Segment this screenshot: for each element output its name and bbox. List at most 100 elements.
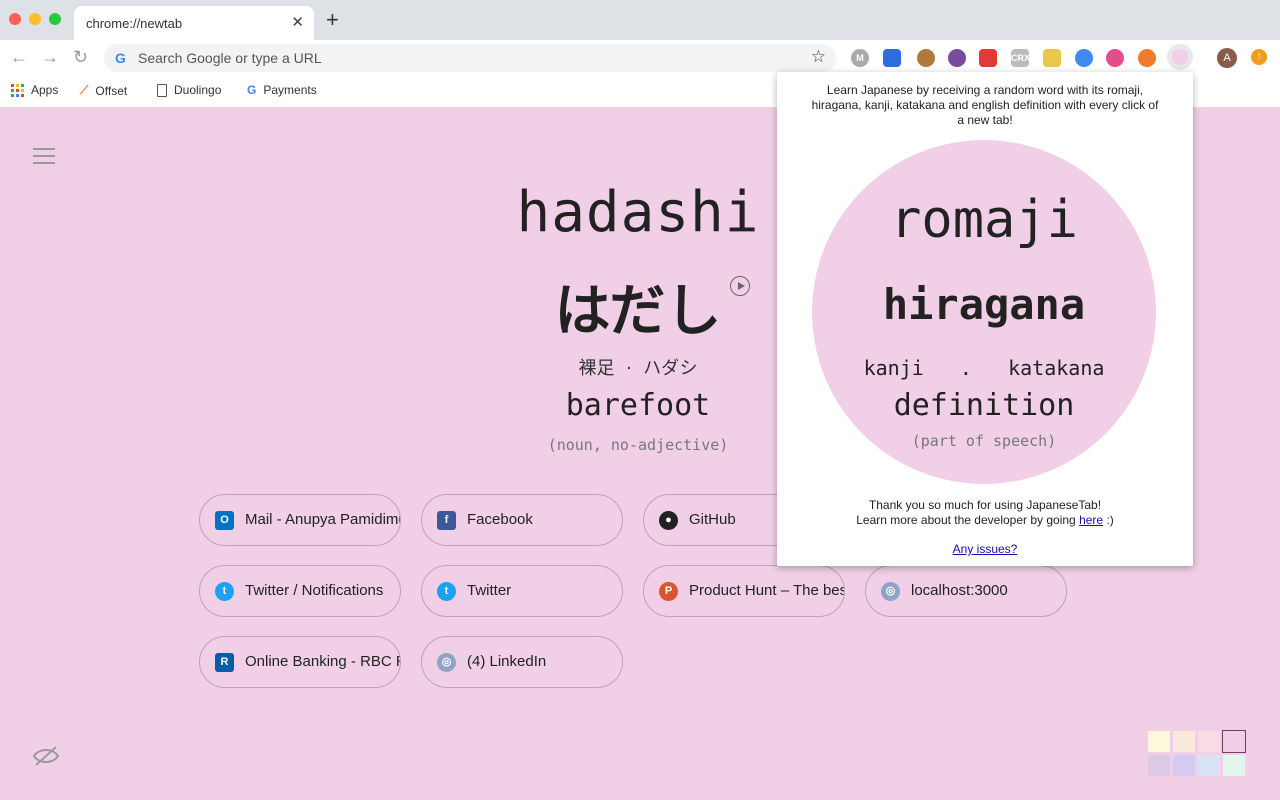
omnibox-input[interactable] xyxy=(138,48,798,68)
bookmark-label: Duolingo xyxy=(174,83,222,97)
toolbar: ← → ↻ G ☆ M CRX A ↑ xyxy=(0,40,1280,76)
extension-avatar-icon[interactable] xyxy=(948,49,966,67)
popup-hiragana: hiragana xyxy=(882,280,1086,329)
globe-icon: ◎ xyxy=(881,582,900,601)
shortcut-label: Mail - Anupya Pamidimukkala xyxy=(245,511,400,528)
bookmark-apps[interactable]: Apps xyxy=(11,83,58,97)
shortcut-tile[interactable]: t Twitter / Notifications xyxy=(199,565,401,617)
shortcut-label: Product Hunt – The best new products xyxy=(689,582,844,599)
offset-icon: ⟋ xyxy=(80,83,89,97)
japanesetab-extension-icon[interactable] xyxy=(1167,44,1193,70)
shortcut-tile[interactable]: ◎ localhost:3000 xyxy=(865,565,1067,617)
outlook-icon: O xyxy=(215,511,234,530)
theme-swatch[interactable] xyxy=(1198,731,1220,752)
bookmark-offset[interactable]: ⟋ Offset xyxy=(80,83,127,98)
rbc-icon: R xyxy=(215,653,234,672)
shortcut-tile[interactable]: f Facebook xyxy=(421,494,623,546)
play-audio-icon[interactable] xyxy=(730,276,750,296)
forward-icon[interactable]: → xyxy=(41,47,59,67)
apps-grid-icon xyxy=(11,83,24,97)
facebook-icon: f xyxy=(437,511,456,530)
reload-icon[interactable]: ↻ xyxy=(73,47,88,67)
separator: · xyxy=(625,358,632,379)
popup-intro: Learn Japanese by receiving a random wor… xyxy=(811,83,1159,127)
shortcut-tile[interactable]: R Online Banking - RBC Royal Bank xyxy=(199,636,401,688)
shortcut-label: Online Banking - RBC Royal Bank xyxy=(245,653,400,670)
theme-swatch[interactable] xyxy=(1222,730,1246,753)
extension-swirl-icon[interactable] xyxy=(1138,49,1156,67)
word-kanji-katakana: 裸足 · ハダシ xyxy=(538,354,738,380)
shortcut-tile[interactable]: O Mail - Anupya Pamidimukkala xyxy=(199,494,401,546)
shortcut-tile[interactable]: P Product Hunt – The best new products xyxy=(643,565,845,617)
profile-avatar[interactable]: A xyxy=(1217,48,1237,68)
extension-crx-icon[interactable]: CRX xyxy=(1011,49,1030,67)
github-icon: ● xyxy=(659,511,678,530)
word-definition: barefoot xyxy=(565,388,711,423)
shortcut-label: localhost:3000 xyxy=(911,582,1008,599)
theme-swatch[interactable] xyxy=(1148,731,1170,752)
theme-swatch[interactable] xyxy=(1223,755,1245,776)
shortcut-label: Twitter xyxy=(467,582,512,599)
omnibox[interactable]: G ☆ xyxy=(104,44,836,72)
bookmark-payments[interactable]: G Payments xyxy=(247,83,317,97)
update-icon[interactable]: ↑ xyxy=(1251,49,1267,65)
word-katakana: ハダシ xyxy=(643,358,698,379)
extension-pdf-icon[interactable] xyxy=(979,49,997,67)
back-icon[interactable]: ← xyxy=(10,47,28,67)
theme-swatches xyxy=(1148,730,1246,776)
google-icon: G xyxy=(247,83,257,97)
new-tab-button[interactable]: + xyxy=(326,9,339,31)
popup-thanks: Thank you so much for using JapaneseTab!… xyxy=(797,498,1173,528)
shortcut-label: GitHub xyxy=(689,511,736,528)
developer-link[interactable]: here xyxy=(1079,513,1103,527)
twitter-icon: t xyxy=(437,582,456,601)
twitter-icon: t xyxy=(215,582,234,601)
hide-eye-icon[interactable] xyxy=(32,745,60,767)
theme-swatch[interactable] xyxy=(1173,731,1195,752)
word-kanji: 裸足 xyxy=(578,358,615,379)
tab-newtab[interactable]: chrome://newtab ✕ xyxy=(74,6,314,40)
learn-more-line: Learn more about the developer by going … xyxy=(797,513,1173,528)
shortcut-label: Facebook xyxy=(467,511,533,528)
bookmark-label: Apps xyxy=(31,83,59,97)
bookmark-star-icon[interactable]: ☆ xyxy=(811,47,826,67)
close-window-button[interactable] xyxy=(9,13,21,25)
extension-pulse-icon[interactable] xyxy=(1075,49,1093,67)
bookmark-duolingo[interactable]: Duolingo xyxy=(157,83,221,97)
preview-circle: romaji hiragana kanji . katakana definit… xyxy=(812,140,1156,484)
producthunt-icon: P xyxy=(659,582,678,601)
shortcut-label: Twitter / Notifications xyxy=(245,582,384,599)
shortcut-label: (4) LinkedIn xyxy=(467,653,547,670)
extension-chart-icon[interactable] xyxy=(883,49,901,67)
extension-grid-icon[interactable] xyxy=(1043,49,1061,67)
separator: . xyxy=(959,356,972,380)
extension-m-icon[interactable]: M xyxy=(851,49,869,67)
issues-link[interactable]: Any issues? xyxy=(777,542,1193,556)
maximize-window-button[interactable] xyxy=(49,13,61,25)
word-part-of-speech: (noun, no-adjective) xyxy=(547,436,729,454)
minimize-window-button[interactable] xyxy=(29,13,41,25)
thanks-text: Thank you so much for using JapaneseTab! xyxy=(868,498,1102,512)
popup-romaji: romaji xyxy=(890,190,1078,250)
shortcut-tile[interactable]: t Twitter xyxy=(421,565,623,617)
tab-close-icon[interactable]: ✕ xyxy=(291,13,304,31)
word-romaji: hadashi xyxy=(516,180,760,245)
popup-kanji: kanji xyxy=(863,356,924,380)
theme-swatch[interactable] xyxy=(1148,755,1170,776)
google-icon: G xyxy=(115,50,126,66)
menu-icon[interactable] xyxy=(33,148,55,169)
shortcut-tile[interactable]: ◎ (4) LinkedIn xyxy=(421,636,623,688)
globe-icon: ◎ xyxy=(437,653,456,672)
bookmark-label: Offset xyxy=(95,83,128,98)
tab-strip: chrome://newtab ✕ + xyxy=(0,0,1280,40)
theme-swatch[interactable] xyxy=(1198,755,1220,776)
extension-color-icon[interactable] xyxy=(1106,49,1124,67)
extension-cookie-icon[interactable] xyxy=(917,49,935,67)
tab-title: chrome://newtab xyxy=(86,16,183,31)
smiley-text: :) xyxy=(1106,513,1114,527)
extension-popup: Learn Japanese by receiving a random wor… xyxy=(777,72,1193,566)
bookmark-label: Payments xyxy=(263,83,317,97)
popup-katakana: katakana xyxy=(1008,356,1105,380)
theme-swatch[interactable] xyxy=(1173,755,1195,776)
word-hiragana: はだし xyxy=(554,279,722,344)
